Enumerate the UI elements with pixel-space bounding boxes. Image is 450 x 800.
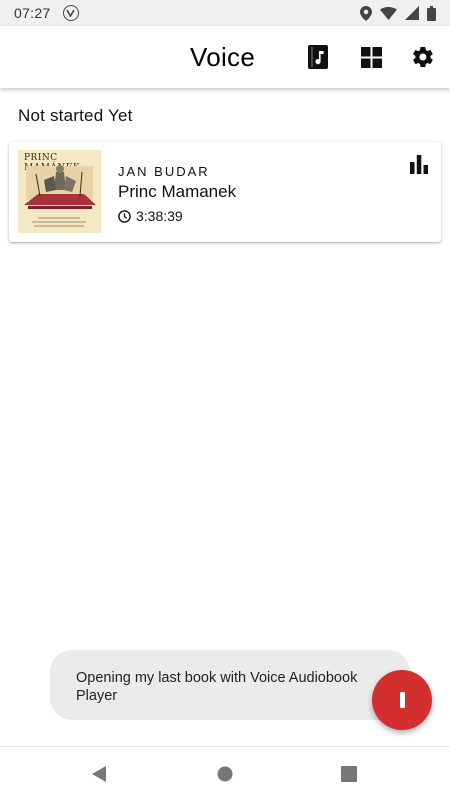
add-book-button[interactable] <box>305 44 331 70</box>
status-icons <box>360 5 436 21</box>
section-header: Not started Yet <box>18 106 133 125</box>
pause-icon <box>399 692 405 708</box>
add-book-icon <box>308 45 328 69</box>
book-duration: 3:38:39 <box>118 208 183 224</box>
clock-icon <box>118 209 131 223</box>
equalizer-icon <box>410 155 428 174</box>
battery-icon <box>427 5 436 21</box>
back-icon <box>92 766 106 782</box>
book-title: Princ Mamanek <box>118 182 237 201</box>
app-toolbar: Voice <box>0 26 450 88</box>
home-icon <box>217 766 233 782</box>
snackbar: Opening my last book with Voice Audioboo… <box>50 650 410 720</box>
book-card[interactable]: PRINC MAMÁNEK JAN BUDAR Princ Mamanek 3:… <box>9 142 441 242</box>
wifi-icon <box>380 6 397 20</box>
grid-view-icon <box>360 46 382 68</box>
home-button[interactable] <box>213 762 237 786</box>
system-nav-bar <box>0 746 450 800</box>
back-button[interactable] <box>87 762 111 786</box>
status-time: 07:27 <box>14 5 51 21</box>
book-author: JAN BUDAR <box>118 164 210 179</box>
voice-logo-icon <box>62 5 79 21</box>
status-bar: 07:27 <box>0 0 450 26</box>
snackbar-message: Opening my last book with Voice Audioboo… <box>76 670 358 704</box>
grid-view-button[interactable] <box>358 44 384 70</box>
recents-icon <box>341 766 357 782</box>
app-title: Voice <box>190 42 256 72</box>
book-duration-text: 3:38:39 <box>136 208 183 224</box>
settings-icon <box>413 46 433 68</box>
play-pause-fab[interactable] <box>372 670 432 730</box>
location-icon <box>360 5 372 21</box>
signal-icon <box>405 6 419 20</box>
recents-button[interactable] <box>337 762 361 786</box>
book-cover: PRINC MAMÁNEK <box>18 150 101 233</box>
settings-button[interactable] <box>410 44 436 70</box>
